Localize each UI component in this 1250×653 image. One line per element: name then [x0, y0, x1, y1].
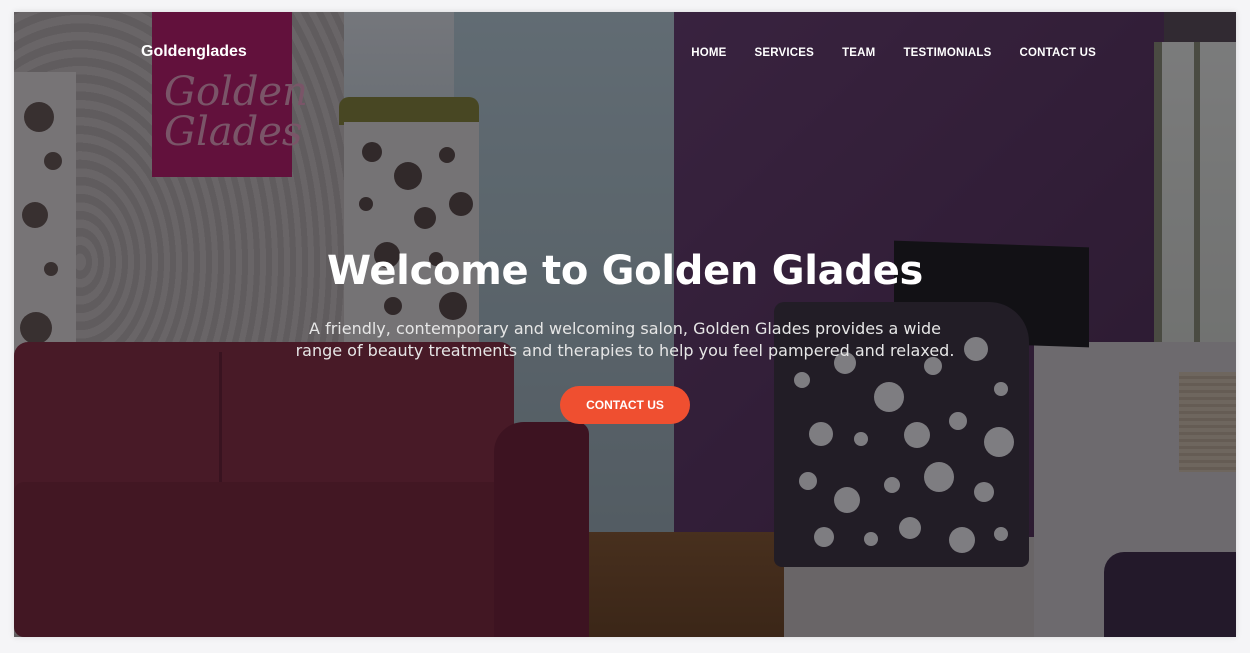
nav-link-services[interactable]: SERVICES [755, 47, 815, 59]
main-nav: HOME SERVICES TEAM TESTIMONIALS CONTACT … [691, 47, 1096, 59]
page-frame: GoldenGlades [14, 12, 1236, 637]
contact-us-button[interactable]: CONTACT US [560, 386, 690, 424]
navbar: Goldenglades HOME SERVICES TEAM TESTIMON… [14, 12, 1236, 92]
hero-section: Welcome to Golden Glades A friendly, con… [14, 248, 1236, 424]
nav-link-testimonials[interactable]: TESTIMONIALS [903, 47, 991, 59]
nav-link-home[interactable]: HOME [691, 47, 726, 59]
nav-link-team[interactable]: TEAM [842, 47, 875, 59]
brand-logo[interactable]: Goldenglades [141, 43, 247, 61]
hero-subtitle: A friendly, contemporary and welcoming s… [295, 319, 955, 360]
nav-link-contact-us[interactable]: CONTACT US [1019, 47, 1096, 59]
hero-title: Welcome to Golden Glades [326, 248, 924, 294]
